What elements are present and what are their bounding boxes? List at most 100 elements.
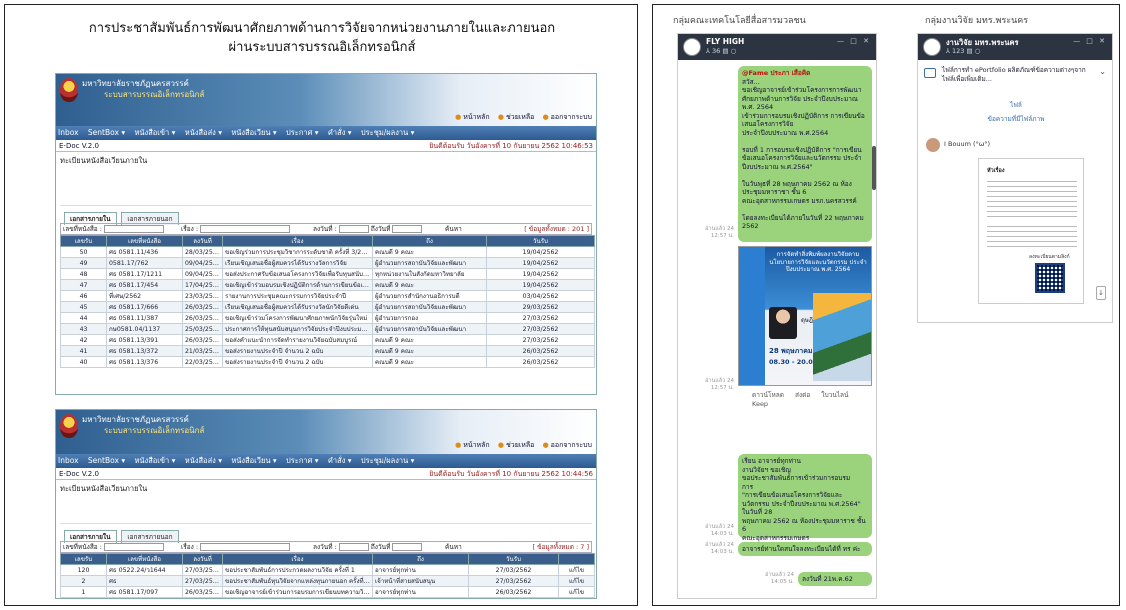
menu-outgoing[interactable]: หนังสือส่ง ▾ — [185, 456, 222, 465]
table-row[interactable]: 40 ศธ 0581.13/376 22/03/2562 ขอส่งรายงานประ… — [60, 356, 595, 368]
filter-subject-label: เรื่อง : — [181, 543, 199, 551]
record-count: [ ข้อมูลทั้งหมด : 201 ] — [524, 225, 589, 233]
date-to-input[interactable] — [392, 543, 423, 551]
table-cell[interactable]: แก้ไข — [558, 575, 595, 587]
message-bubble[interactable]: ลงวันที่ 21พ.ค.62 — [798, 572, 872, 586]
group-meta[interactable]: ⅄ 123 ▤ ○ — [946, 47, 980, 55]
table-cell[interactable]: แก้ไข — [558, 564, 595, 576]
event-poster-image[interactable]: การจัดทำสิ่งพิมพ์ผลงานวิจัยตามนโยบายการว… — [738, 246, 872, 386]
albums-action[interactable]: ใบวนไลน์ — [821, 391, 848, 399]
table-cell[interactable]: ขอประชาสัมพันธ์ทุนวิจัยจากแหล่งทุนภายนอก… — [222, 575, 373, 587]
menu-order[interactable]: คำสั่ง ▾ — [328, 456, 352, 465]
home-link[interactable]: หน้าหลัก — [455, 113, 490, 121]
table-cell[interactable]: เรียนเชิญเสนอชื่อผู้สมควรได้รับรางวัลนัก… — [222, 301, 373, 313]
table-row[interactable]: 43 กษ0581.04/1137 25/03/2562 ประกาศการให้ทุ… — [60, 323, 595, 335]
menu-meeting[interactable]: ประชุม/ผลงาน ▾ — [361, 456, 415, 465]
scroll-down-icon[interactable]: ↓ — [1096, 286, 1106, 300]
forward-action[interactable]: ส่งต่อ — [795, 391, 810, 399]
table-cell[interactable]: ขอส่งคำแนะนำการจัดทำรายงานวิจัยฉบับสมบูร… — [222, 334, 373, 346]
keep-action[interactable]: Keep — [752, 400, 768, 408]
menu-circular[interactable]: หนังสือเวียน ▾ — [231, 456, 276, 465]
download-action[interactable]: ดาวน์โหลด — [752, 391, 784, 399]
table-row[interactable]: 42 ศธ 0581.13/391 26/03/2562 ขอส่งคำแนะนำกา… — [60, 334, 595, 346]
main-menu: Inbox SentBox ▾ หนังสือเข้า ▾ หนังสือส่ง… — [56, 126, 596, 140]
table-row[interactable]: 1 ศธ 0581.17/097 26/03/2562 ขอเชิญอาจารย์เข… — [60, 586, 595, 598]
menu-inbox[interactable]: Inbox — [58, 456, 79, 465]
section-title: ทะเบียนหนังสือเวียนภายใน — [60, 484, 148, 493]
table-cell[interactable]: ขอส่งรายงานประจำปี จำนวน 2 ฉบับ — [222, 356, 373, 368]
table-cell[interactable]: ขอประชาสัมพันธ์การประกวดผลงานวิจัย ครั้ง… — [222, 564, 373, 576]
subject-input[interactable] — [200, 543, 291, 551]
docno-input[interactable] — [103, 543, 164, 551]
table-row[interactable]: 41 ศธ 0581.13/372 21/03/2562 ขอส่งรายงานประ… — [60, 345, 595, 357]
table-row[interactable]: 2 ศธ 27/03/2562 ขอประชาสัมพันธ์ทุนวิจัยจากแ… — [60, 575, 595, 587]
group-avatar[interactable] — [683, 38, 701, 56]
search-button[interactable]: ค้นหา — [445, 542, 462, 553]
message-bubble[interactable]: อาจารย์ท่านใดสนใจลงทะเบียนได้ที่ ทร ค่ะ — [738, 542, 872, 556]
filter-bar: เลขที่หนังสือ : เรื่อง : ลงวันที่ : ถึงว… — [60, 541, 592, 553]
group-meta[interactable]: ⅄ 36 ▤ ○ — [706, 47, 736, 55]
menu-announcement[interactable]: ประกาศ ▾ — [286, 456, 318, 465]
search-button[interactable]: ค้นหา — [445, 224, 462, 235]
table-cell: ศธ 0581.17/454 — [106, 279, 183, 291]
table-cell: 29/03/2562 — [486, 301, 595, 313]
table-cell[interactable]: แก้ไข — [558, 586, 595, 598]
table-row[interactable]: 50 ศธ 0581.11/436 28/03/2562 ขอเชิญร่วมการป… — [60, 246, 595, 258]
menu-order[interactable]: คำสั่ง ▾ — [328, 128, 352, 137]
logout-link[interactable]: ออกจากระบบ — [543, 113, 592, 121]
table-cell: ศธ 0581.11/387 — [106, 312, 183, 324]
menu-outgoing[interactable]: หนังสือส่ง ▾ — [185, 128, 222, 137]
table-cell[interactable]: ประกาศการให้ทุนสนับสนุนการวิจัยประจำปีงบ… — [222, 323, 373, 335]
message-bubble[interactable]: @Fame ประภา เสือคิด สวัส... ขอเชิญอาจารย… — [738, 66, 872, 242]
date-from-input[interactable] — [338, 225, 369, 233]
chat-scrollbar[interactable] — [872, 146, 876, 190]
date-to-input[interactable] — [392, 225, 423, 233]
sender-avatar[interactable] — [926, 138, 940, 152]
subject-input[interactable] — [200, 225, 291, 233]
window-controls[interactable]: — □ ✕ — [1073, 37, 1107, 45]
menu-sentbox[interactable]: SentBox ▾ — [88, 456, 125, 465]
chevron-down-icon[interactable]: ⌄ — [1099, 67, 1106, 76]
group-avatar[interactable] — [923, 38, 941, 56]
announcement-text[interactable]: ไฟล์การทำ ePortfolio ผลิตภัณฑ์ข้อความต่า… — [942, 66, 1092, 83]
docno-input[interactable] — [103, 225, 164, 233]
table-row[interactable]: 44 ศธ 0581.11/387 26/03/2562 ขอเชิญเข้าร่วม… — [60, 312, 595, 324]
table-row[interactable]: 120 ศธ 0522.24/ว1644 27/03/2562 ขอประชาสัมพ… — [60, 564, 595, 576]
window-controls[interactable]: — □ ✕ — [837, 37, 871, 45]
table-row[interactable]: 45 ศธ 0581.17/666 26/03/2562 เรียนเชิญเสนอช… — [60, 301, 595, 313]
eoffice-header: มหาวิทยาลัยราชภัฏนครสวรรค์ ระบบสารบรรณอิ… — [56, 74, 596, 126]
table-row[interactable]: 46 ที่เศษ/2562 23/03/2562 รายงานการประชุมคณ… — [60, 290, 595, 302]
date-from-input[interactable] — [338, 543, 369, 551]
announcement-sub[interactable]: ไฟล์ — [918, 100, 1112, 110]
filter-bar: เลขที่หนังสือ : เรื่อง : ลงวันที่ : ถึงว… — [60, 223, 592, 235]
table-cell[interactable]: ขอเชิญอาจารย์เข้าร่วมการอบรมการเขียนบทคว… — [222, 586, 373, 598]
table-cell: 43 — [60, 323, 107, 335]
mention-label[interactable]: @Fame ประภา เสือคิด — [742, 69, 810, 77]
announcement-link[interactable]: ข้อความที่มีไฟล์ภาพ — [918, 114, 1112, 124]
menu-announcement[interactable]: ประกาศ ▾ — [286, 128, 318, 137]
table-cell[interactable]: ขอเชิญเข้าร่วมโครงการพัฒนาศักยภาพนักวิจั… — [222, 312, 373, 324]
menu-sentbox[interactable]: SentBox ▾ — [88, 128, 125, 137]
filter-to-label: ถึงวันที่ — [370, 225, 391, 233]
menu-incoming[interactable]: หนังสือเข้า ▾ — [134, 128, 175, 137]
table-cell[interactable]: รายงานการประชุมคณะกรรมการวิจัยประจำปี — [222, 290, 373, 302]
help-link[interactable]: ช่วยเหลือ — [498, 113, 534, 121]
table-cell[interactable]: เรียนเชิญเสนอชื่อผู้สมควรได้รับรางวัลการ… — [222, 257, 373, 269]
menu-meeting[interactable]: ประชุม/ผลงาน ▾ — [361, 128, 415, 137]
home-link[interactable]: หน้าหลัก — [455, 441, 490, 449]
table-cell[interactable]: ขอเชิญเข้าร่วมอบรมเชิงปฏิบัติการด้านการเ… — [222, 279, 373, 291]
table-cell[interactable]: ขอเชิญร่วมการประชุมวิชาการระดับชาติ ครั้… — [222, 246, 373, 258]
table-row[interactable]: 48 ศธ 0581.17/1211 09/04/2562 ขอส่งประกาศรั… — [60, 268, 595, 280]
table-cell[interactable]: ขอส่งรายงานประจำปี จำนวน 2 ฉบับ — [222, 345, 373, 357]
message-bubble[interactable]: เรียน อาจารย์ทุกท่าน งานวิจัยฯ ขอเชิญ ขอ… — [738, 454, 872, 542]
logout-link[interactable]: ออกจากระบบ — [543, 441, 592, 449]
menu-circular[interactable]: หนังสือเวียน ▾ — [231, 128, 276, 137]
document-image[interactable]: หัวเรื่อง ลงทะเบียนตามลิงก์ — [978, 158, 1084, 304]
table-row[interactable]: 47 ศธ 0581.17/454 17/04/2562 ขอเชิญเข้าร่วม… — [60, 279, 595, 291]
table-row[interactable]: 49 0581.17/762 09/04/2562 เรียนเชิญเสนอชื่อ… — [60, 257, 595, 269]
menu-inbox[interactable]: Inbox — [58, 128, 79, 137]
circular-table: เลขรับ เลขที่หนังสือ ลงวันที่ เรื่อง ถึง… — [60, 553, 595, 598]
menu-incoming[interactable]: หนังสือเข้า ▾ — [134, 456, 175, 465]
table-cell[interactable]: ขอส่งประกาศรับข้อเสนอโครงการวิจัยเพื่อรั… — [222, 268, 373, 280]
help-link[interactable]: ช่วยเหลือ — [498, 441, 534, 449]
